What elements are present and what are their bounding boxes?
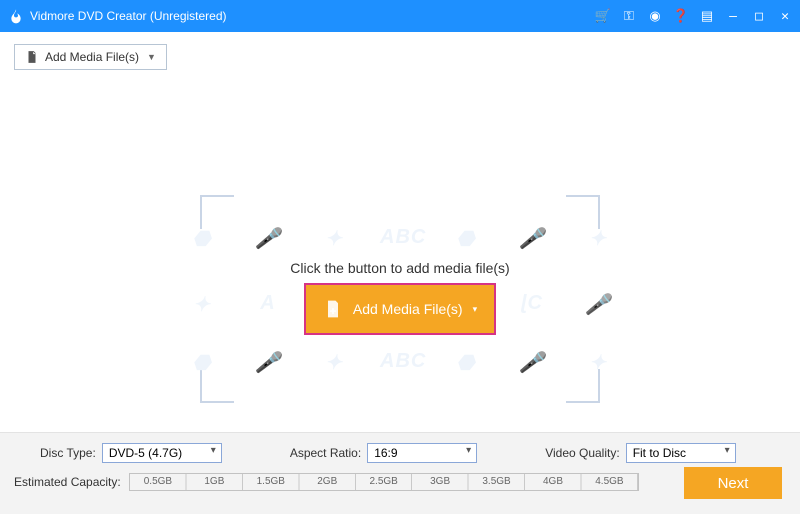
close-button[interactable]: ✕ bbox=[778, 9, 792, 23]
capacity-bar: 0.5GB 1GB 1.5GB 2GB 2.5GB 3GB 3.5GB 4GB … bbox=[129, 473, 639, 491]
aspect-ratio-select[interactable]: 16:9 bbox=[367, 443, 477, 463]
help-icon[interactable]: ❓ bbox=[674, 9, 688, 23]
disc-icon[interactable]: ◉ bbox=[648, 9, 662, 23]
main-area: ⬣🎤✦ABC⬣🎤✦ ✦AɭC🎤 ⬣🎤✦ABC⬣🎤✦ Click the butt… bbox=[0, 70, 800, 426]
add-media-highlight: Add Media File(s) ▾ bbox=[304, 283, 496, 335]
capacity-label: Estimated Capacity: bbox=[14, 475, 121, 489]
chevron-down-icon: ▼ bbox=[147, 52, 156, 62]
flame-icon bbox=[8, 8, 24, 24]
cart-icon[interactable]: 🛒 bbox=[596, 9, 610, 23]
titlebar-icons: 🛒 ⚿ ◉ ❓ ▤ — □ ✕ bbox=[596, 9, 792, 23]
add-media-label: Add Media File(s) bbox=[353, 301, 463, 317]
titlebar: Vidmore DVD Creator (Unregistered) 🛒 ⚿ ◉… bbox=[0, 0, 800, 32]
disc-type-label: Disc Type: bbox=[40, 446, 96, 460]
video-quality-select[interactable]: Fit to Disc bbox=[626, 443, 736, 463]
disc-type-select[interactable]: DVD-5 (4.7G) bbox=[102, 443, 222, 463]
capacity-ticks: 0.5GB 1GB 1.5GB 2GB 2.5GB 3GB 3.5GB 4GB … bbox=[130, 476, 638, 487]
app-title: Vidmore DVD Creator (Unregistered) bbox=[30, 9, 227, 23]
capacity-row: Estimated Capacity: 0.5GB 1GB 1.5GB 2GB … bbox=[0, 463, 800, 491]
settings-row: Disc Type: DVD-5 (4.7G) Aspect Ratio: 16… bbox=[0, 433, 800, 463]
app-logo: Vidmore DVD Creator (Unregistered) bbox=[8, 8, 227, 24]
add-file-icon bbox=[323, 299, 343, 319]
add-media-button[interactable]: Add Media File(s) ▾ bbox=[306, 285, 494, 333]
video-quality-label: Video Quality: bbox=[545, 446, 620, 460]
bottom-bar: Disc Type: DVD-5 (4.7G) Aspect Ratio: 16… bbox=[0, 432, 800, 514]
maximize-button[interactable]: □ bbox=[752, 9, 766, 23]
key-icon[interactable]: ⚿ bbox=[622, 9, 636, 23]
toolbar: Add Media File(s) ▼ bbox=[0, 32, 800, 70]
hint-text: Click the button to add media file(s) bbox=[0, 260, 800, 276]
aspect-ratio-label: Aspect Ratio: bbox=[290, 446, 361, 460]
chevron-down-icon: ▾ bbox=[473, 304, 478, 315]
add-media-label-small: Add Media File(s) bbox=[45, 50, 139, 64]
add-file-icon bbox=[25, 50, 39, 64]
minimize-button[interactable]: — bbox=[726, 9, 740, 23]
add-media-button-small[interactable]: Add Media File(s) ▼ bbox=[14, 44, 167, 70]
next-label: Next bbox=[718, 475, 749, 492]
menu-icon[interactable]: ▤ bbox=[700, 9, 714, 23]
next-button[interactable]: Next bbox=[684, 467, 782, 499]
